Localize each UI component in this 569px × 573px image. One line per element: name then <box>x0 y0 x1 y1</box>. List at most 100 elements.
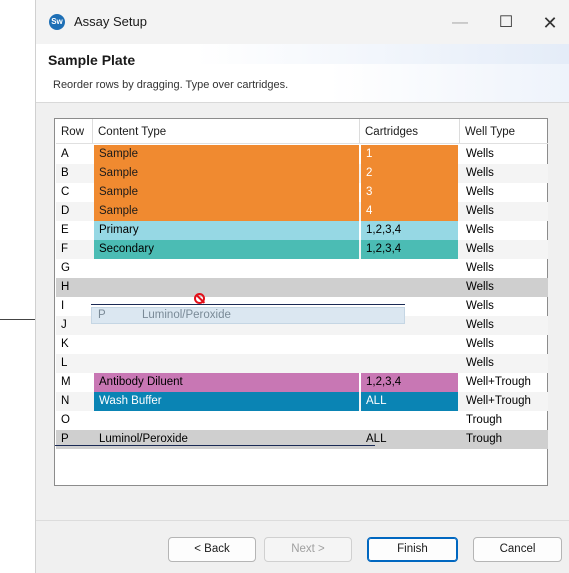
table-row[interactable]: H Wells <box>56 278 548 297</box>
cell-cartridges[interactable] <box>361 411 458 430</box>
close-button[interactable]: ✕ <box>530 8 569 38</box>
cell-row-id: H <box>61 281 70 293</box>
table-row[interactable]: B Sample 2 Wells <box>56 164 548 183</box>
wizard-header: Sample Plate Reorder rows by dragging. T… <box>36 44 569 103</box>
cell-row-id: L <box>61 357 68 369</box>
cell-well-type[interactable]: Well+Trough <box>461 392 548 411</box>
cell-well-type[interactable]: Wells <box>461 202 548 221</box>
column-header-row[interactable]: Row <box>56 119 93 143</box>
cell-cartridges[interactable]: 1,2,3,4 <box>361 221 458 240</box>
cell-cartridges[interactable]: 1,2,3,4 <box>361 373 458 392</box>
cancel-button[interactable]: Cancel <box>473 537 562 562</box>
drop-target-line <box>55 445 375 446</box>
cell-well-type[interactable]: Wells <box>461 259 548 278</box>
sample-plate-table[interactable]: Row Content Type Cartridges Well Type A S… <box>54 118 548 486</box>
cell-cartridges[interactable] <box>361 354 458 373</box>
cell-row-id: B <box>61 167 69 179</box>
drop-indicator-line <box>91 304 405 305</box>
cell-row-id: A <box>61 148 69 160</box>
back-button[interactable]: < Back <box>168 537 256 562</box>
cell-well-type[interactable]: Wells <box>461 240 548 259</box>
cell-cartridges[interactable] <box>361 335 458 354</box>
no-drop-icon <box>194 293 205 304</box>
column-header-well-type[interactable]: Well Type <box>460 119 548 143</box>
cell-cartridges[interactable]: 4 <box>361 202 458 221</box>
cell-cartridges[interactable]: 3 <box>361 183 458 202</box>
table-row[interactable]: G Wells <box>56 259 548 278</box>
cell-well-type[interactable]: Wells <box>461 145 548 164</box>
minimize-button[interactable]: — <box>440 8 480 38</box>
cell-content-type[interactable]: Sample <box>94 164 359 183</box>
table-header-row: Row Content Type Cartridges Well Type <box>56 119 548 144</box>
page-subtitle: Reorder rows by dragging. Type over cart… <box>53 79 289 91</box>
cell-well-type[interactable]: Wells <box>461 335 548 354</box>
cell-row-id: K <box>61 338 69 350</box>
column-header-cartridges[interactable]: Cartridges <box>360 119 460 143</box>
cell-row-id: F <box>61 243 69 255</box>
cell-row-id: M <box>61 376 71 388</box>
cell-content-type[interactable] <box>94 335 359 354</box>
cell-cartridges[interactable]: 1,2,3,4 <box>361 240 458 259</box>
cell-content-type[interactable]: Antibody Diluent <box>94 373 359 392</box>
cell-well-type[interactable]: Wells <box>461 164 548 183</box>
table-row[interactable]: P Luminol/Peroxide ALL Trough <box>56 430 548 449</box>
cell-row-id: C <box>61 186 70 198</box>
table-row[interactable]: F Secondary 1,2,3,4 Wells <box>56 240 548 259</box>
cell-well-type[interactable]: Wells <box>461 354 548 373</box>
cell-content-type[interactable]: Sample <box>94 183 359 202</box>
cell-content-type[interactable]: Secondary <box>94 240 359 259</box>
cell-well-type[interactable]: Well+Trough <box>461 373 548 392</box>
drag-ghost-row: P Luminol/Peroxide <box>91 307 405 324</box>
cell-content-type[interactable] <box>94 354 359 373</box>
table-row[interactable]: K Wells <box>56 335 548 354</box>
cell-row-id: I <box>61 300 65 312</box>
table-row[interactable]: C Sample 3 Wells <box>56 183 548 202</box>
table-row[interactable]: N Wash Buffer ALL Well+Trough <box>56 392 548 411</box>
cell-well-type[interactable]: Wells <box>461 316 548 335</box>
window-title: Assay Setup <box>74 14 147 29</box>
drag-ghost-row-id: P <box>98 309 106 321</box>
assay-setup-dialog: Sw Assay Setup — ☐ ✕ Sample Plate Reorde… <box>35 0 569 573</box>
cell-content-type[interactable]: Sample <box>94 145 359 164</box>
column-header-content-type[interactable]: Content Type <box>93 119 360 143</box>
cell-content-type[interactable] <box>94 278 359 297</box>
cell-cartridges[interactable]: 1 <box>361 145 458 164</box>
table-row[interactable]: E Primary 1,2,3,4 Wells <box>56 221 548 240</box>
cell-row-id: N <box>61 395 70 407</box>
title-bar: Sw Assay Setup — ☐ ✕ <box>36 0 569 44</box>
cell-cartridges[interactable]: ALL <box>361 392 458 411</box>
cell-row-id: D <box>61 205 70 217</box>
table-row[interactable]: O Trough <box>56 411 548 430</box>
table-row[interactable]: D Sample 4 Wells <box>56 202 548 221</box>
cell-well-type[interactable]: Wells <box>461 297 548 316</box>
cell-row-id: G <box>61 262 70 274</box>
cell-cartridges[interactable] <box>361 278 458 297</box>
cell-well-type[interactable]: Trough <box>461 430 548 449</box>
cell-content-type[interactable]: Luminol/Peroxide <box>94 430 359 449</box>
next-button[interactable]: Next > <box>264 537 352 562</box>
table-row[interactable]: L Wells <box>56 354 548 373</box>
cell-well-type[interactable]: Wells <box>461 278 548 297</box>
cell-cartridges[interactable]: ALL <box>361 430 458 449</box>
cell-cartridges[interactable]: 2 <box>361 164 458 183</box>
app-logo-icon: Sw <box>49 14 65 30</box>
cell-content-type[interactable]: Wash Buffer <box>94 392 359 411</box>
cell-cartridges[interactable] <box>361 259 458 278</box>
cell-row-id: J <box>61 319 67 331</box>
cell-row-id: E <box>61 224 69 236</box>
page-title: Sample Plate <box>48 52 136 68</box>
cell-well-type[interactable]: Wells <box>461 183 548 202</box>
cell-content-type[interactable] <box>94 411 359 430</box>
drag-ghost-content: Luminol/Peroxide <box>142 309 231 321</box>
cell-well-type[interactable]: Wells <box>461 221 548 240</box>
cell-row-id: P <box>61 433 69 445</box>
cell-content-type[interactable] <box>94 259 359 278</box>
maximize-button[interactable]: ☐ <box>486 8 526 38</box>
table-row[interactable]: M Antibody Diluent 1,2,3,4 Well+Trough <box>56 373 548 392</box>
button-bar-separator <box>36 520 569 521</box>
cell-well-type[interactable]: Trough <box>461 411 548 430</box>
cell-content-type[interactable]: Primary <box>94 221 359 240</box>
cell-content-type[interactable]: Sample <box>94 202 359 221</box>
finish-button[interactable]: Finish <box>367 537 458 562</box>
table-row[interactable]: A Sample 1 Wells <box>56 145 548 164</box>
